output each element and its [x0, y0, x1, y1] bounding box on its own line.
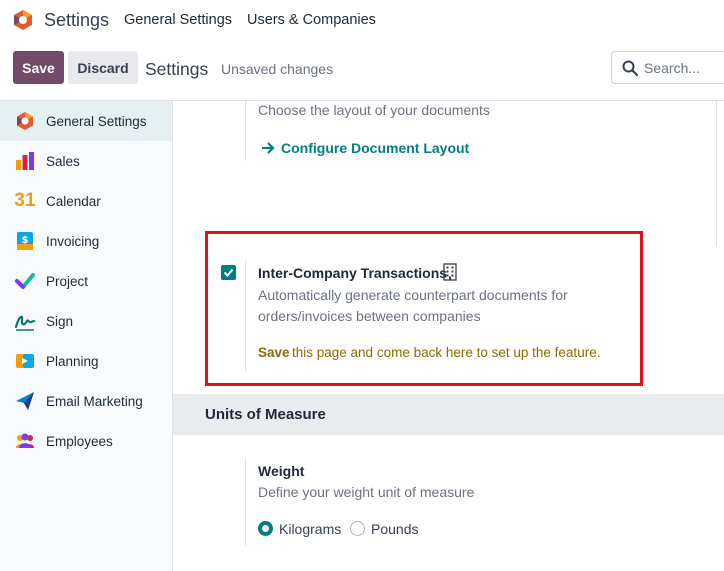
- settings-app-icon: [17, 112, 33, 130]
- search-input[interactable]: [644, 58, 724, 78]
- menu-users-companies[interactable]: Users & Companies: [247, 12, 376, 28]
- radio-pounds[interactable]: [350, 521, 365, 536]
- menu-general-settings[interactable]: General Settings: [124, 12, 232, 28]
- setting-divider: [245, 458, 246, 546]
- sidebar-item-calendar[interactable]: 31 Calendar: [0, 181, 172, 221]
- sidebar-item-label: Email Marketing: [46, 393, 143, 409]
- sidebar-item-label: Invoicing: [46, 233, 100, 249]
- radio-pounds-label[interactable]: Pounds: [371, 521, 418, 537]
- configure-document-layout-link[interactable]: Configure Document Layout: [281, 140, 469, 156]
- control-panel: Save Discard Settings Unsaved changes: [0, 40, 724, 101]
- email-marketing-icon: [16, 392, 34, 410]
- app-title[interactable]: Settings: [44, 10, 109, 31]
- calendar-icon: 31: [14, 190, 36, 211]
- radio-kilograms[interactable]: [258, 521, 273, 536]
- planning-icon: [16, 354, 34, 368]
- discard-button[interactable]: Discard: [68, 51, 138, 84]
- sidebar-item-sign[interactable]: Sign: [0, 301, 172, 341]
- settings-content: Choose the layout of your documents Conf…: [173, 101, 724, 571]
- section-header-units-of-measure: Units of Measure: [173, 394, 724, 435]
- settings-sidebar: General Settings Sales 31 Calendar $ Inv…: [0, 101, 173, 571]
- setting-divider: [716, 101, 717, 246]
- svg-text:$: $: [22, 235, 29, 246]
- sidebar-item-label: Sign: [46, 313, 74, 329]
- sidebar-item-planning[interactable]: Planning: [0, 341, 172, 381]
- sidebar-item-general-settings[interactable]: General Settings: [0, 101, 172, 141]
- sidebar-item-label: Planning: [46, 353, 99, 369]
- sidebar-item-label: Employees: [46, 433, 113, 449]
- setting-divider: [245, 101, 246, 161]
- sidebar-item-label: Project: [46, 273, 89, 289]
- sidebar-item-invoicing[interactable]: $ Invoicing: [0, 221, 172, 261]
- sign-icon: [14, 315, 36, 331]
- settings-app-logo-icon[interactable]: [12, 9, 34, 31]
- arrow-right-icon: [262, 142, 275, 154]
- project-icon: [15, 273, 35, 289]
- section-title: Units of Measure: [205, 406, 326, 423]
- highlight-box: [205, 231, 643, 386]
- sidebar-item-project[interactable]: Project: [0, 261, 172, 301]
- invoicing-icon: $: [17, 232, 33, 250]
- breadcrumb-title: Settings: [145, 59, 209, 79]
- weight-description: Define your weight unit of measure: [258, 484, 475, 500]
- sidebar-item-email-marketing[interactable]: Email Marketing: [0, 381, 172, 421]
- sidebar-item-label: General Settings: [46, 113, 147, 129]
- sales-icon: [16, 152, 34, 170]
- document-layout-description: Choose the layout of your documents: [258, 102, 490, 118]
- top-navbar: Settings General Settings Users & Compan…: [0, 0, 724, 40]
- sidebar-item-label: Sales: [46, 153, 80, 169]
- sidebar-item-employees[interactable]: Employees: [0, 421, 172, 461]
- sidebar-item-label: Calendar: [46, 193, 101, 209]
- search-box[interactable]: [611, 51, 724, 84]
- weight-title: Weight: [258, 463, 305, 479]
- save-button[interactable]: Save: [13, 51, 64, 84]
- search-icon: [622, 60, 638, 76]
- radio-kilograms-label[interactable]: Kilograms: [279, 521, 341, 537]
- unsaved-changes-indicator: Unsaved changes: [221, 61, 334, 77]
- employees-icon: [16, 433, 34, 448]
- sidebar-item-sales[interactable]: Sales: [0, 141, 172, 181]
